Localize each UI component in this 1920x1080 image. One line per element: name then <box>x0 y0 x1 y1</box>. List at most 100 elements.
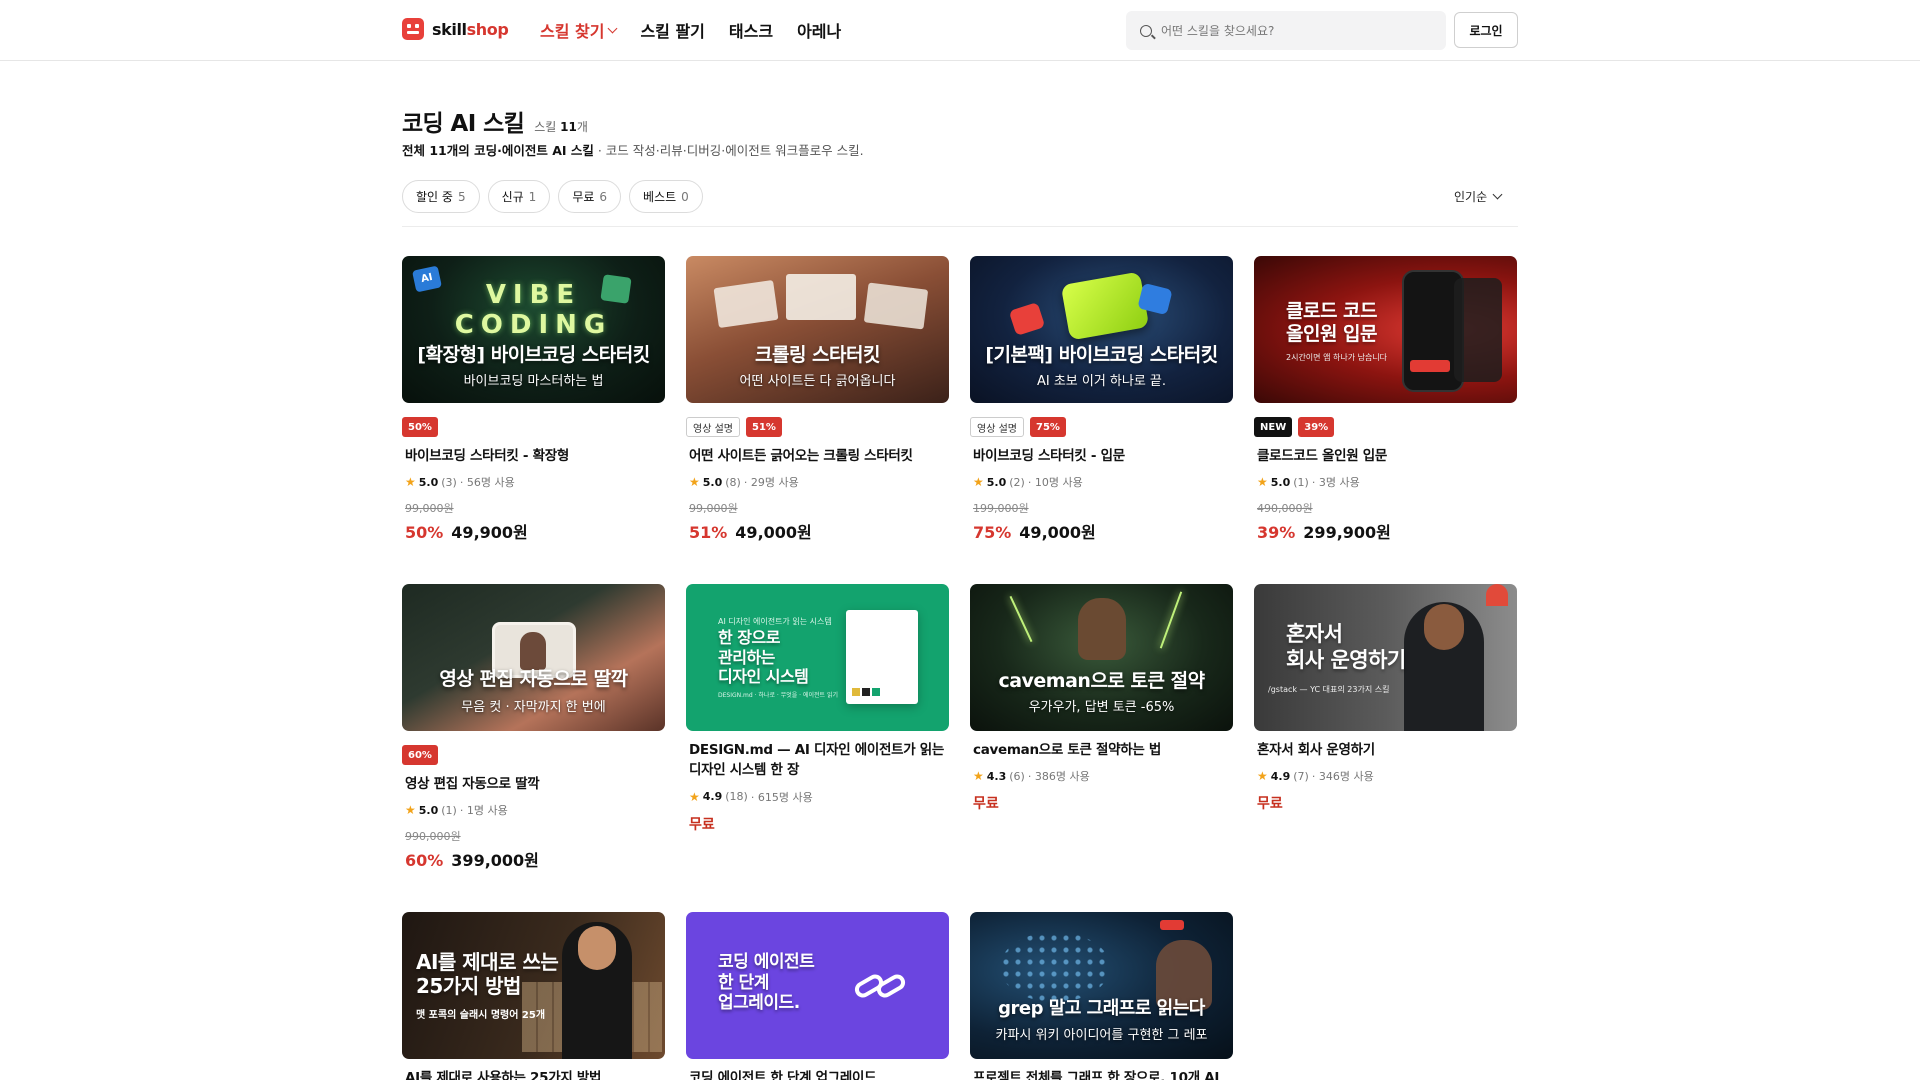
logo-text-skill: skill <box>432 19 467 39</box>
review-count: (3) <box>441 475 457 489</box>
original-price: 990,000원 <box>405 830 461 844</box>
discount-badge: 51% <box>745 417 782 437</box>
user-count: · 346명 사용 <box>1311 770 1374 784</box>
rating-value: 5.0 <box>418 475 439 489</box>
thumb-word: CODING <box>454 310 613 340</box>
filter-chips: 할인 중 5 신규 1 무료 6 베스트 0 <box>402 180 703 213</box>
rating-value: 5.0 <box>702 475 723 489</box>
price-amount: 49,000원 <box>735 523 812 543</box>
skill-card[interactable]: 혼자서 회사 운영하기 /gstack — YC 대표의 23가지 스킬 혼자서 … <box>1254 584 1517 813</box>
filter-chip-count: 5 <box>457 189 466 204</box>
sale-price: 60% 399,000원 <box>405 847 665 871</box>
thumb-title-line: 한 단계 <box>718 972 769 993</box>
discount-percent: 60% <box>405 851 444 871</box>
card-title: 어떤 사이트든 긁어오는 크롤링 스타터킷 <box>689 448 913 464</box>
search-box[interactable] <box>1126 11 1446 50</box>
skill-card[interactable]: 크롤링 스타터킷 어떤 사이트든 다 긁어옵니다 영상 설명 51% 어떤 사이트… <box>686 256 949 543</box>
thumb-title-line: 코딩 에이전트 <box>718 952 815 972</box>
user-count: · 3명 사용 <box>1311 476 1360 490</box>
nav-tasks[interactable]: 태스크 <box>729 18 773 42</box>
skillshop-logo[interactable]: skillshop <box>402 18 509 40</box>
sale-price: 51% 49,000원 <box>689 519 949 543</box>
chevron-down-icon <box>1492 189 1503 200</box>
nav-arena[interactable]: 아레나 <box>797 18 841 42</box>
card-rating: ★ 4.9 (7) · 346명 사용 <box>1257 768 1517 784</box>
filter-chip-discount[interactable]: 할인 중 5 <box>402 180 480 213</box>
card-rating: ★ 5.0 (2) · 10명 사용 <box>973 474 1233 490</box>
original-price: 99,000원 <box>689 502 738 516</box>
star-icon: ★ <box>1257 769 1268 784</box>
login-button[interactable]: 로그인 <box>1454 12 1518 48</box>
skill-card[interactable]: 영상 편집 자동으로 딸깍 무음 컷 · 자막까지 한 번에 60% 영상 편집… <box>402 584 665 871</box>
card-title: DESIGN.md — AI 디자인 에이전트가 읽는 디자인 시스템 한 장 <box>689 742 944 779</box>
page-heading: 코딩 AI 스킬 스킬 11개 <box>402 104 588 138</box>
thumb-title: [확장형] 바이브코딩 스타터킷 <box>417 344 650 366</box>
thumb-title: grep 말고 그래프로 읽는다 <box>998 998 1205 1019</box>
card-rating: ★ 5.0 (8) · 29명 사용 <box>689 474 949 490</box>
rating-value: 5.0 <box>418 803 439 817</box>
thumb-title: caveman으로 토큰 절약 <box>998 670 1205 692</box>
discount-badge: 39% <box>1298 417 1335 437</box>
filter-chip-free[interactable]: 무료 6 <box>558 180 622 213</box>
star-icon: ★ <box>689 475 700 490</box>
card-rating: ★ 5.0 (1) · 1명 사용 <box>405 802 665 818</box>
card-title: caveman으로 토큰 절약하는 법 <box>973 742 1162 758</box>
thumb-title: 크롤링 스타터킷 <box>755 344 880 366</box>
skill-card[interactable]: 클로드 코드 올인원 입문 2시간이면 앱 하나가 남습니다 NEW 39% 클로드… <box>1254 256 1517 543</box>
thumb-title: [기본팩] 바이브코딩 스타터킷 <box>985 344 1218 366</box>
top-navigation-bar: skillshop 스킬 찾기 스킬 팔기 태스크 아레나 로그인 <box>0 0 1920 61</box>
card-thumbnail: 크롤링 스타터킷 어떤 사이트든 다 긁어옵니다 <box>686 256 949 403</box>
user-count: · 29명 사용 <box>743 476 799 490</box>
nav-sell-skill[interactable]: 스킬 팔기 <box>640 18 704 42</box>
rating-value: 4.9 <box>1270 769 1291 783</box>
sort-dropdown[interactable]: 인기순 <box>1454 188 1503 205</box>
filter-chip-new[interactable]: 신규 1 <box>487 180 551 213</box>
card-title: 혼자서 회사 운영하기 <box>1257 742 1375 758</box>
filter-chip-count: 0 <box>681 189 689 204</box>
skill-card[interactable]: 코딩 에이전트 한 단계 업그레이드. 코딩 에이전트 한 단계 업그레이드 <box>686 912 949 1080</box>
star-icon: ★ <box>405 475 416 490</box>
review-count: (1) <box>1293 475 1309 489</box>
thumb-subtitle: AI 초보 이거 하나로 끝. <box>1036 374 1167 389</box>
thumb-title-line: 관리하는 <box>718 647 775 667</box>
search-input[interactable] <box>1161 23 1421 38</box>
price-amount: 299,900원 <box>1303 523 1391 543</box>
skill-card[interactable]: AI 디자인 에이전트가 읽는 시스템 한 장으로 관리하는 디자인 시스템 DES… <box>686 584 949 834</box>
card-thumbnail: AI 디자인 에이전트가 읽는 시스템 한 장으로 관리하는 디자인 시스템 DES… <box>686 584 949 731</box>
card-badges: 영상 설명 51% <box>686 417 949 437</box>
skill-card[interactable]: [기본팩] 바이브코딩 스타터킷 AI 초보 이거 하나로 끝. 영상 설명 75… <box>970 256 1233 543</box>
discount-badge: 50% <box>402 417 438 437</box>
card-rating: ★ 5.0 (1) · 3명 사용 <box>1257 474 1517 490</box>
thumb-title-line: AI를 제대로 쓰는 <box>416 950 559 974</box>
user-count: · 615명 사용 <box>750 790 813 804</box>
card-thumbnail: caveman으로 토큰 절약 우가우가, 답변 토큰 -65% <box>970 584 1233 731</box>
nav-find-skill[interactable]: 스킬 찾기 <box>540 18 618 42</box>
skill-card[interactable]: caveman으로 토큰 절약 우가우가, 답변 토큰 -65% caveman… <box>970 584 1233 813</box>
card-thumbnail: AI를 제대로 쓰는 25가지 방법 맷 포콕의 슬래시 명령어 25개 <box>402 912 665 1059</box>
thumb-caption: 맷 포콕의 슬래시 명령어 25개 <box>416 1010 546 1021</box>
main-nav: 스킬 찾기 스킬 팔기 태스크 아레나 <box>540 18 841 42</box>
original-price: 199,000원 <box>973 502 1029 516</box>
star-icon: ★ <box>973 769 984 784</box>
filter-chip-best[interactable]: 베스트 0 <box>629 180 703 213</box>
card-title: 바이브코딩 스타터킷 - 입문 <box>973 448 1125 464</box>
skill-card[interactable]: AI VIBE CODING [확장형] 바이브코딩 스타터킷 바이브코딩 마스… <box>402 256 665 543</box>
price-amount: 399,000원 <box>451 851 539 871</box>
thumb-title-line: 25가지 방법 <box>416 974 521 999</box>
free-price: 무료 <box>1257 796 1283 813</box>
filter-chip-label: 무료 <box>572 190 595 204</box>
card-title: 클로드코드 올인원 입문 <box>1257 448 1387 464</box>
user-count: · 1명 사용 <box>459 804 508 818</box>
search-icon <box>1140 24 1152 37</box>
skill-count-prefix: 스킬 <box>534 120 557 134</box>
thumb-subtitle: 우가우가, 답변 토큰 -65% <box>1028 700 1175 715</box>
skill-card[interactable]: AI를 제대로 쓰는 25가지 방법 맷 포콕의 슬래시 명령어 25개 AI를 … <box>402 912 665 1080</box>
user-count: · 386명 사용 <box>1027 770 1090 784</box>
star-icon: ★ <box>973 475 984 490</box>
thumb-title: 클로드 코드 올인원 입문 <box>1286 300 1378 346</box>
thumb-title-line: 회사 운영하기 <box>1286 647 1406 672</box>
card-thumbnail: 코딩 에이전트 한 단계 업그레이드. <box>686 912 949 1059</box>
sale-price: 50% 49,900원 <box>405 519 665 543</box>
skill-card[interactable]: grep 말고 그래프로 읽는다 카파시 위키 아이디어를 구현한 그 레포 프… <box>970 912 1233 1080</box>
sale-price: 39% 299,900원 <box>1257 519 1517 543</box>
